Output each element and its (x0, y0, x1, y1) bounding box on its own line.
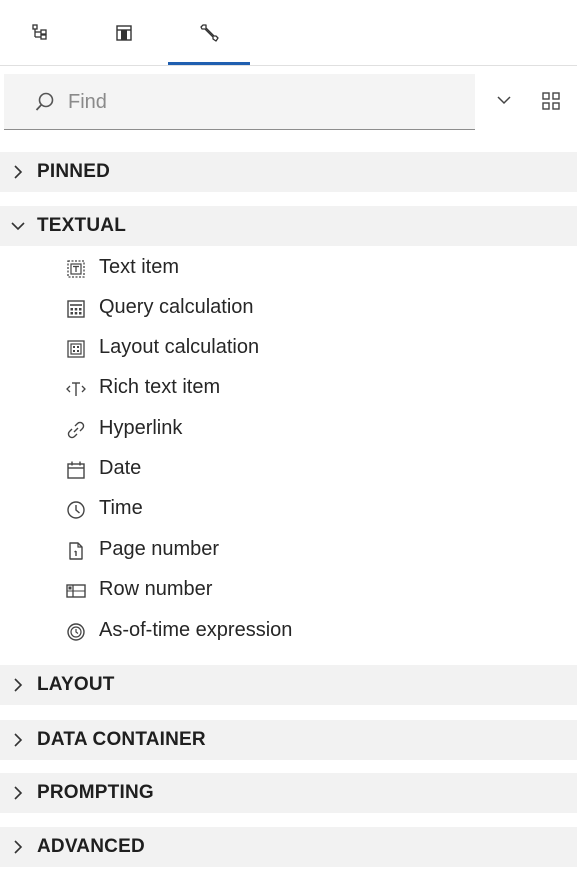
view-toggle-button[interactable] (538, 90, 564, 116)
section-prompting[interactable]: PROMPTING (0, 773, 577, 813)
page-number-icon (65, 540, 87, 562)
section-label: LAYOUT (37, 674, 115, 695)
chevron-right-icon (10, 732, 26, 748)
toolbox-item-date[interactable]: Date (0, 449, 577, 489)
clock-icon (65, 499, 87, 521)
item-label: Row number (99, 578, 213, 600)
toolbox-item-time[interactable]: Time (0, 489, 577, 529)
item-label: Text item (99, 256, 180, 278)
calculator-icon (65, 298, 87, 320)
section-pinned[interactable]: PINNED (0, 152, 577, 192)
link-icon (65, 419, 87, 441)
item-label: Layout calculation (99, 336, 260, 358)
toolbox-wrench-icon (197, 21, 221, 45)
item-label: Rich text item (99, 376, 221, 398)
section-label: ADVANCED (37, 836, 145, 857)
data-tree-icon (30, 22, 52, 44)
chevron-right-icon (10, 785, 26, 801)
as-of-time-icon (65, 621, 87, 643)
section-label: TEXTUAL (37, 215, 127, 236)
chevron-down-icon (10, 218, 26, 234)
item-label: As-of-time expression (99, 619, 293, 641)
toolbox-item-hyperlink[interactable]: Hyperlink (0, 409, 577, 449)
active-tab-indicator (168, 62, 250, 65)
rich-text-icon (65, 378, 87, 400)
layout-calculation-icon (65, 338, 87, 360)
search-field[interactable] (4, 74, 475, 130)
item-label: Time (99, 497, 143, 519)
search-row (0, 74, 577, 132)
toolbox-item-rich-text-item[interactable]: Rich text item (0, 368, 577, 408)
chevron-right-icon (10, 839, 26, 855)
item-label: Page number (99, 538, 220, 560)
grid-view-icon (541, 91, 561, 116)
section-label: PROMPTING (37, 782, 154, 803)
section-textual[interactable]: TEXTUAL (0, 206, 577, 246)
row-number-icon (65, 580, 87, 602)
toolbox-item-text-item[interactable]: Text item (0, 248, 577, 288)
toolbox-item-as-of-time-expression[interactable]: As-of-time expression (0, 611, 577, 651)
tab-page-layout[interactable] (103, 14, 145, 52)
chevron-right-icon (10, 677, 26, 693)
toolbox-item-row-number[interactable]: Row number (0, 570, 577, 610)
section-label: DATA CONTAINER (37, 729, 206, 750)
search-input[interactable] (68, 86, 458, 118)
tab-data-tree[interactable] (20, 14, 62, 52)
toolbox-item-layout-calculation[interactable]: Layout calculation (0, 328, 577, 368)
search-icon (34, 91, 56, 113)
chevron-down-icon (496, 92, 512, 113)
toolbox-item-query-calculation[interactable]: Query calculation (0, 288, 577, 328)
section-data-container[interactable]: DATA CONTAINER (0, 720, 577, 760)
section-label: PINNED (37, 161, 110, 182)
panel-tab-bar (0, 0, 577, 66)
section-layout[interactable]: LAYOUT (0, 665, 577, 705)
tab-toolbox[interactable] (188, 14, 230, 52)
text-item-icon (65, 258, 87, 280)
section-advanced[interactable]: ADVANCED (0, 827, 577, 867)
calendar-icon (65, 459, 87, 481)
item-label: Query calculation (99, 296, 254, 318)
item-label: Hyperlink (99, 417, 183, 439)
item-label: Date (99, 457, 142, 479)
search-options-dropdown[interactable] (492, 90, 516, 114)
chevron-right-icon (10, 164, 26, 180)
panel-layout-icon (113, 22, 135, 44)
toolbox-item-page-number[interactable]: Page number (0, 530, 577, 570)
